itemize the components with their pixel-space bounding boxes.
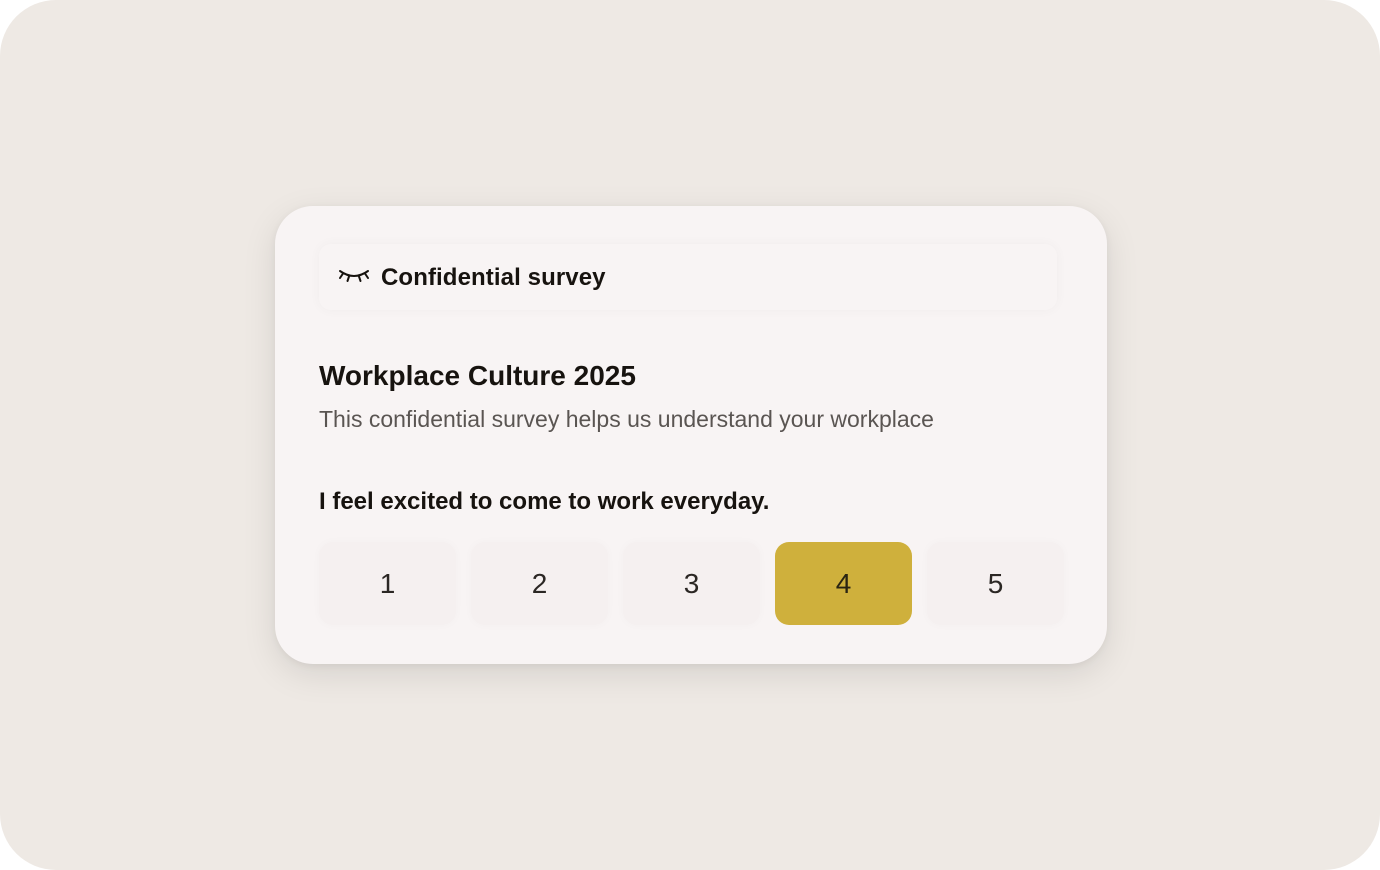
confidential-badge: Confidential survey — [319, 244, 1057, 310]
survey-card: Confidential survey Workplace Culture 20… — [275, 206, 1107, 664]
survey-description: This confidential survey helps us unders… — [319, 406, 934, 432]
rating-option-5[interactable]: 5 — [927, 542, 1064, 625]
rating-scale: 1 2 3 4 5 — [319, 542, 1067, 625]
survey-title: Workplace Culture 2025 — [319, 360, 636, 391]
closed-eye-icon — [337, 265, 371, 287]
rating-option-4[interactable]: 4 — [775, 542, 912, 625]
rating-option-1[interactable]: 1 — [319, 542, 456, 625]
rating-option-3[interactable]: 3 — [623, 542, 760, 625]
rating-option-2[interactable]: 2 — [471, 542, 608, 625]
question-text: I feel excited to come to work everyday. — [319, 488, 770, 515]
badge-label: Confidential survey — [381, 264, 606, 291]
canvas-background: Confidential survey Workplace Culture 20… — [0, 0, 1380, 870]
